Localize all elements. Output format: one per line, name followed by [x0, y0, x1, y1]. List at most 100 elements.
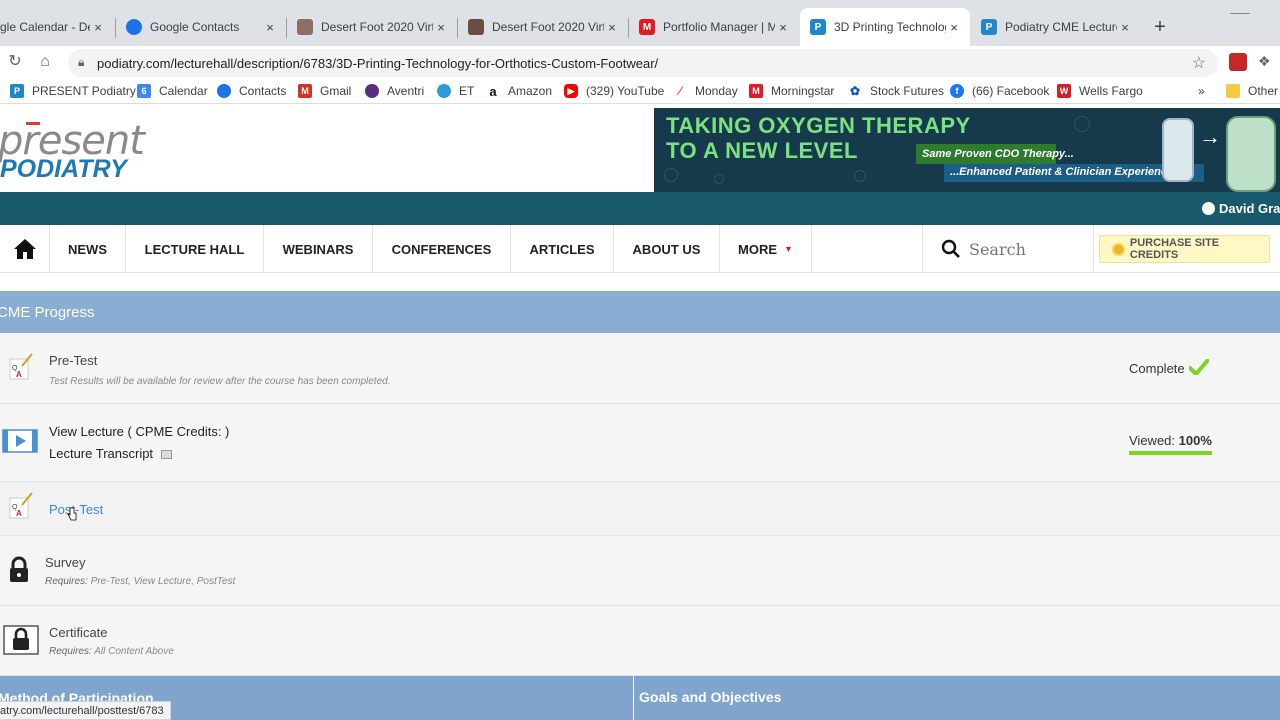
bookmark-star-icon[interactable]: ☆ — [1192, 53, 1206, 73]
other-bookmarks[interactable]: Other b — [1226, 82, 1280, 100]
lecture-row: View Lecture ( CPME Credits: ) Lecture T… — [0, 404, 1280, 482]
bookmark-label: Stock Futures — [870, 84, 945, 98]
nav-conferences[interactable]: CONFERENCES — [373, 225, 511, 273]
browser-tab[interactable]: Desert Foot 2020 Virtu × — [458, 8, 628, 46]
bookmark-youtube[interactable]: ▶ (329) YouTube — [564, 82, 664, 100]
tab-title: Desert Foot 2020 Virtu — [492, 20, 604, 34]
lecture-transcript-link[interactable]: Lecture Transcript — [49, 446, 172, 461]
nav-lecture-hall[interactable]: LECTURE HALL — [126, 225, 264, 273]
goals-objectives-header: Goals and Objectives — [634, 676, 1280, 720]
survey-row: Survey Requires: Pre-Test, View Lecture,… — [0, 536, 1280, 606]
reload-icon[interactable]: ↻ — [5, 52, 25, 72]
bookmark-label: (66) Facebook — [972, 84, 1050, 98]
nav-articles[interactable]: ARTICLES — [511, 225, 614, 273]
monday-icon: ∕ — [673, 84, 687, 98]
user-bar: David Gran — [0, 192, 1280, 225]
browser-tab[interactable]: M Portfolio Manager | Mo × — [629, 8, 799, 46]
aventri-icon — [365, 84, 379, 98]
tab-title: 3D Printing Technolog — [834, 20, 946, 34]
more-bookmarks-icon[interactable]: » — [1198, 82, 1205, 100]
minimize-icon[interactable] — [1230, 4, 1250, 14]
purchase-credits-button[interactable]: PURCHASE SITE CREDITS — [1099, 235, 1270, 263]
browser-tab-active[interactable]: P 3D Printing Technolog × — [800, 8, 970, 46]
desert-foot-icon — [468, 19, 484, 35]
contacts-icon — [126, 19, 142, 35]
bookmark-monday[interactable]: ∕ Monday — [673, 82, 738, 100]
calendar-icon: 6 — [137, 84, 151, 98]
posttest-row: Q A Post-Test — [0, 482, 1280, 536]
close-icon[interactable]: × — [262, 20, 278, 35]
bookmark-label: Aventri — [387, 84, 425, 98]
browser-tab[interactable]: Google Contacts × — [116, 8, 286, 46]
bubble-decoration — [664, 168, 678, 182]
browser-tab[interactable]: gle Calendar - Dec × — [0, 8, 114, 46]
youtube-icon: ▶ — [564, 84, 578, 98]
close-icon[interactable]: × — [1117, 20, 1133, 35]
bookmark-et[interactable]: ET — [437, 82, 474, 100]
puzzle-icon[interactable]: ❖ — [1258, 53, 1276, 71]
viewed-status: Viewed: 100% — [1129, 433, 1212, 448]
bookmark-amazon[interactable]: a Amazon — [486, 82, 552, 100]
logo-text-bottom: PODIATRY — [0, 155, 127, 183]
bookmark-wells-fargo[interactable]: W Wells Fargo — [1057, 82, 1143, 100]
pretest-row: Q A Pre-Test Test Results will be availa… — [0, 333, 1280, 404]
close-icon[interactable]: × — [90, 20, 106, 35]
bookmark-aventri[interactable]: Aventri — [365, 82, 424, 100]
et-icon — [437, 84, 451, 98]
requires-value: All Content Above — [94, 646, 174, 657]
nav-home[interactable] — [0, 225, 50, 273]
credits-label: PURCHASE SITE CREDITS — [1129, 237, 1220, 261]
nav-webinars[interactable]: WEBINARS — [264, 225, 373, 273]
close-icon[interactable]: × — [433, 20, 449, 35]
bookmark-label: (329) YouTube — [586, 84, 665, 98]
nav-news[interactable]: NEWS — [50, 225, 126, 273]
lock-icon — [10, 556, 28, 582]
bookmark-gmail[interactable]: M Gmail — [298, 82, 351, 100]
view-lecture-link[interactable]: View Lecture ( CPME Credits: ) — [49, 424, 229, 439]
search-input[interactable] — [969, 239, 1079, 259]
bookmark-calendar[interactable]: 6 Calendar — [137, 82, 208, 100]
bubble-decoration — [854, 170, 866, 182]
close-icon[interactable]: × — [775, 20, 791, 35]
morningstar-icon: M — [639, 19, 655, 35]
url-text[interactable]: podiatry.com/lecturehall/description/678… — [97, 56, 658, 71]
new-tab-button[interactable]: + — [1149, 17, 1171, 39]
bookmark-label: Gmail — [320, 84, 352, 98]
browser-tab[interactable]: Desert Foot 2020 Virtu × — [287, 8, 457, 46]
home-icon — [13, 239, 36, 259]
cnbc-icon: ✿ — [848, 84, 862, 98]
bookmark-stock-futures[interactable]: ✿ Stock Futures — [848, 82, 944, 100]
bookmark-morningstar[interactable]: M Morningstar — [749, 82, 834, 100]
address-bar-row: ↻ ⌂ 🔒︎ podiatry.com/lecturehall/descript… — [0, 46, 1280, 78]
bookmark-contacts[interactable]: Contacts — [217, 82, 286, 100]
user-account[interactable]: David Gran — [1202, 201, 1280, 216]
coin-icon — [1112, 242, 1125, 256]
nav-about-us[interactable]: ABOUT US — [614, 225, 720, 273]
gmail-icon: M — [298, 84, 312, 98]
user-icon — [1202, 202, 1215, 215]
facebook-icon: f — [950, 84, 964, 98]
nav-more[interactable]: MORE ▼ — [720, 225, 812, 273]
omnibox[interactable]: 🔒︎ podiatry.com/lecturehall/description/… — [68, 49, 1218, 77]
present-icon: P — [981, 19, 997, 35]
browser-tab-strip: gle Calendar - Dec × Google Contacts × D… — [0, 0, 1280, 46]
bookmark-facebook[interactable]: f (66) Facebook — [950, 82, 1049, 100]
pretest-title[interactable]: Pre-Test — [49, 353, 97, 368]
search-box[interactable] — [922, 225, 1094, 273]
browser-tab[interactable]: P Podiatry CME Lecture × — [971, 8, 1141, 46]
bubble-decoration — [1074, 116, 1090, 132]
lock-icon: 🔒︎ — [78, 55, 85, 69]
close-icon[interactable]: × — [604, 20, 620, 35]
home-icon[interactable]: ⌂ — [35, 52, 55, 72]
wells-fargo-icon: W — [1057, 84, 1071, 98]
bookmark-present-podiatry[interactable]: P PRESENT Podiatry — [10, 82, 136, 100]
extension-icon[interactable] — [1229, 53, 1247, 71]
ad-banner[interactable]: TAKING OXYGEN THERAPY TO A NEW LEVEL Sam… — [654, 108, 1280, 192]
tab-title: Google Contacts — [150, 20, 240, 34]
desert-foot-icon — [297, 19, 313, 35]
close-icon[interactable]: × — [946, 20, 962, 35]
arrow-icon: → — [1199, 124, 1221, 149]
certificate-lock-icon — [3, 625, 39, 655]
tab-title: Podiatry CME Lecture — [1005, 20, 1117, 34]
main-nav: NEWS LECTURE HALL WEBINARS CONFERENCES A… — [0, 225, 1280, 273]
